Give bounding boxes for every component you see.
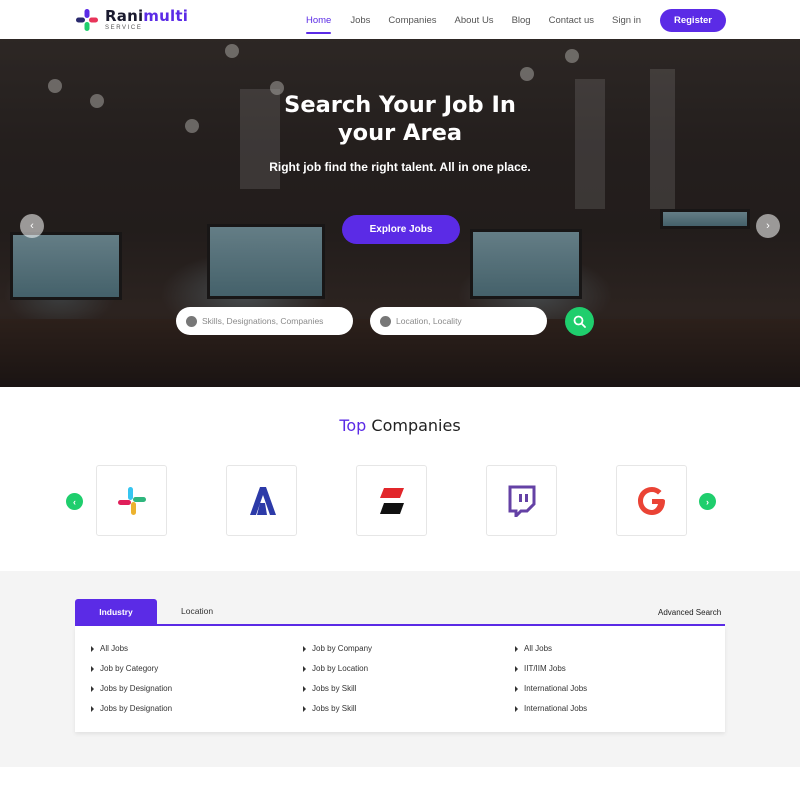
category-link[interactable]: Job by Company [303, 644, 372, 653]
hero-next-button[interactable]: › [756, 214, 780, 238]
location-search-input[interactable] [396, 316, 536, 326]
caret-right-icon [515, 645, 518, 652]
chevron-left-icon: ‹ [30, 220, 34, 232]
hero-title: Search Your Job In your Area [284, 92, 516, 146]
logo-tagline: SERVICE [105, 25, 143, 31]
companies-prev-button[interactable]: ‹ [66, 493, 83, 510]
category-link[interactable]: All Jobs [515, 644, 552, 653]
category-link[interactable]: All Jobs [91, 644, 128, 653]
category-link[interactable]: Jobs by Designation [91, 704, 172, 713]
category-link[interactable]: Job by Category [91, 664, 158, 673]
location-search-box [370, 307, 547, 335]
category-link[interactable]: International Jobs [515, 684, 587, 693]
explore-jobs-button[interactable]: Explore Jobs [342, 215, 460, 244]
nav-about-us[interactable]: About Us [454, 15, 493, 26]
chevron-right-icon: › [706, 496, 709, 507]
google-logo-icon [637, 486, 665, 515]
nav-home[interactable]: Home [306, 15, 332, 34]
main-nav: Home Jobs Companies About Us Blog Contac… [306, 15, 641, 34]
search-icon [573, 315, 586, 328]
skills-search-box [176, 307, 353, 335]
site-header: Ranimulti SERVICE Home Jobs Companies Ab… [0, 0, 800, 39]
category-link[interactable]: International Jobs [515, 704, 587, 713]
category-link[interactable]: Jobs by Skill [303, 684, 356, 693]
top-companies-title: Top Companies [339, 416, 461, 435]
hero-prev-button[interactable]: ‹ [20, 214, 44, 238]
chevron-left-icon: ‹ [73, 496, 76, 507]
skills-search-input[interactable] [202, 316, 342, 326]
caret-right-icon [303, 665, 306, 672]
company-card-a[interactable] [226, 465, 297, 536]
nav-companies[interactable]: Companies [388, 15, 436, 26]
company-card-slack[interactable] [96, 465, 167, 536]
caret-right-icon [303, 685, 306, 692]
caret-right-icon [303, 705, 306, 712]
logo[interactable]: Ranimulti SERVICE [75, 8, 188, 32]
category-link[interactable]: Job by Location [303, 664, 368, 673]
a-logo-icon [249, 486, 276, 515]
caret-right-icon [303, 645, 306, 652]
caret-right-icon [91, 665, 94, 672]
caret-right-icon [91, 705, 94, 712]
hero-subtitle: Right job find the right talent. All in … [269, 160, 531, 174]
slack-logo-icon [117, 486, 146, 515]
company-card-twitch[interactable] [486, 465, 557, 536]
hero-banner: Search Your Job In your Area Right job f… [0, 39, 800, 387]
companies-next-button[interactable]: › [699, 493, 716, 510]
nav-blog[interactable]: Blog [512, 15, 531, 26]
search-icon [186, 315, 197, 327]
tab-location[interactable]: Location [181, 606, 213, 616]
nav-jobs[interactable]: Jobs [350, 15, 370, 26]
category-link[interactable]: Jobs by Designation [91, 684, 172, 693]
register-button[interactable]: Register [660, 9, 726, 32]
company-card-stripes[interactable] [356, 465, 427, 536]
logo-icon [75, 8, 99, 32]
category-link[interactable]: IIT/IIM Jobs [515, 664, 566, 673]
logo-name: Ranimulti [105, 7, 189, 25]
search-submit-button[interactable] [565, 307, 594, 336]
caret-right-icon [515, 665, 518, 672]
company-card-google[interactable] [616, 465, 687, 536]
caret-right-icon [515, 685, 518, 692]
chevron-right-icon: › [766, 220, 770, 232]
category-link[interactable]: Jobs by Skill [303, 704, 356, 713]
caret-right-icon [515, 705, 518, 712]
twitch-logo-icon [508, 485, 535, 517]
categories-card: All Jobs Job by Category Jobs by Designa… [75, 626, 725, 732]
nav-contact-us[interactable]: Contact us [549, 15, 594, 26]
caret-right-icon [91, 645, 94, 652]
location-pin-icon [380, 315, 391, 327]
advanced-search-link[interactable]: Advanced Search [658, 608, 721, 617]
stripes-logo-icon [379, 487, 404, 514]
tab-industry[interactable]: Industry [75, 599, 157, 625]
caret-right-icon [91, 685, 94, 692]
nav-sign-in[interactable]: Sign in [612, 15, 641, 26]
